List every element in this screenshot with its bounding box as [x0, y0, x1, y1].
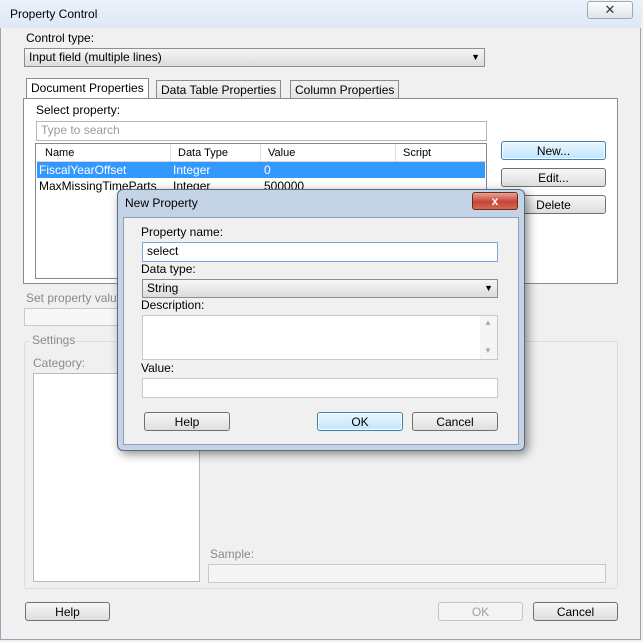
property-name-label: Property name:	[141, 225, 224, 239]
close-icon: ✕	[604, 2, 616, 17]
new-property-help-button[interactable]: Help	[144, 412, 230, 431]
close-icon: x	[491, 194, 499, 208]
column-divider	[170, 144, 171, 161]
tab-column-properties[interactable]: Column Properties	[290, 80, 400, 99]
help-button[interactable]: Help	[25, 602, 110, 621]
set-property-value-field[interactable]	[24, 308, 124, 326]
settings-label: Settings	[30, 333, 78, 347]
new-property-close-button[interactable]: x	[472, 192, 518, 210]
property-name-field[interactable]: select	[142, 242, 498, 262]
row-type: Integer	[173, 163, 211, 177]
row-value: 0	[264, 163, 271, 177]
tab-data-table-properties[interactable]: Data Table Properties	[156, 80, 282, 99]
sample-field	[208, 564, 606, 583]
value-field[interactable]	[142, 378, 498, 398]
new-property-title: New Property	[125, 196, 198, 210]
column-header-script[interactable]: Script	[403, 147, 431, 159]
edit-button[interactable]: Edit...	[501, 168, 606, 187]
control-type-dropdown[interactable]: Input field (multiple lines) ▼	[24, 48, 485, 67]
tab-document-properties[interactable]: Document Properties	[26, 78, 149, 100]
data-type-value: String	[147, 281, 179, 295]
data-type-dropdown[interactable]: String ▼	[142, 279, 498, 298]
column-header-value[interactable]: Value	[268, 147, 295, 159]
chevron-down-icon: ▼	[471, 52, 480, 62]
value-label: Value:	[141, 361, 175, 375]
new-property-cancel-button[interactable]: Cancel	[412, 412, 498, 431]
control-type-value: Input field (multiple lines)	[29, 50, 162, 64]
select-property-label: Select property:	[36, 103, 121, 117]
cancel-button[interactable]: Cancel	[533, 602, 618, 621]
ok-button[interactable]: OK	[438, 602, 523, 621]
description-textarea[interactable]	[142, 315, 498, 360]
description-label: Description:	[141, 298, 205, 312]
set-property-value-label: Set property valu	[26, 291, 117, 305]
column-divider	[260, 144, 261, 161]
control-type-label: Control type:	[26, 31, 95, 45]
new-button[interactable]: New...	[501, 141, 606, 160]
search-placeholder: Type to search	[41, 123, 120, 137]
window-title: Property Control	[10, 7, 98, 21]
data-type-label: Data type:	[141, 262, 196, 276]
scroll-up-icon[interactable]: ▲	[484, 318, 492, 327]
column-divider	[395, 144, 396, 161]
row-name: FiscalYearOffset	[39, 163, 127, 177]
category-label: Category:	[33, 356, 86, 370]
column-header-data-type[interactable]: Data Type	[178, 147, 228, 159]
new-property-ok-button[interactable]: OK	[317, 412, 403, 431]
window-close-button[interactable]: ✕	[587, 1, 633, 19]
sample-label: Sample:	[210, 547, 255, 561]
column-header-name[interactable]: Name	[45, 147, 74, 159]
scroll-down-icon[interactable]: ▼	[484, 346, 492, 355]
search-input[interactable]: Type to search	[36, 121, 487, 141]
chevron-down-icon: ▼	[484, 283, 493, 293]
